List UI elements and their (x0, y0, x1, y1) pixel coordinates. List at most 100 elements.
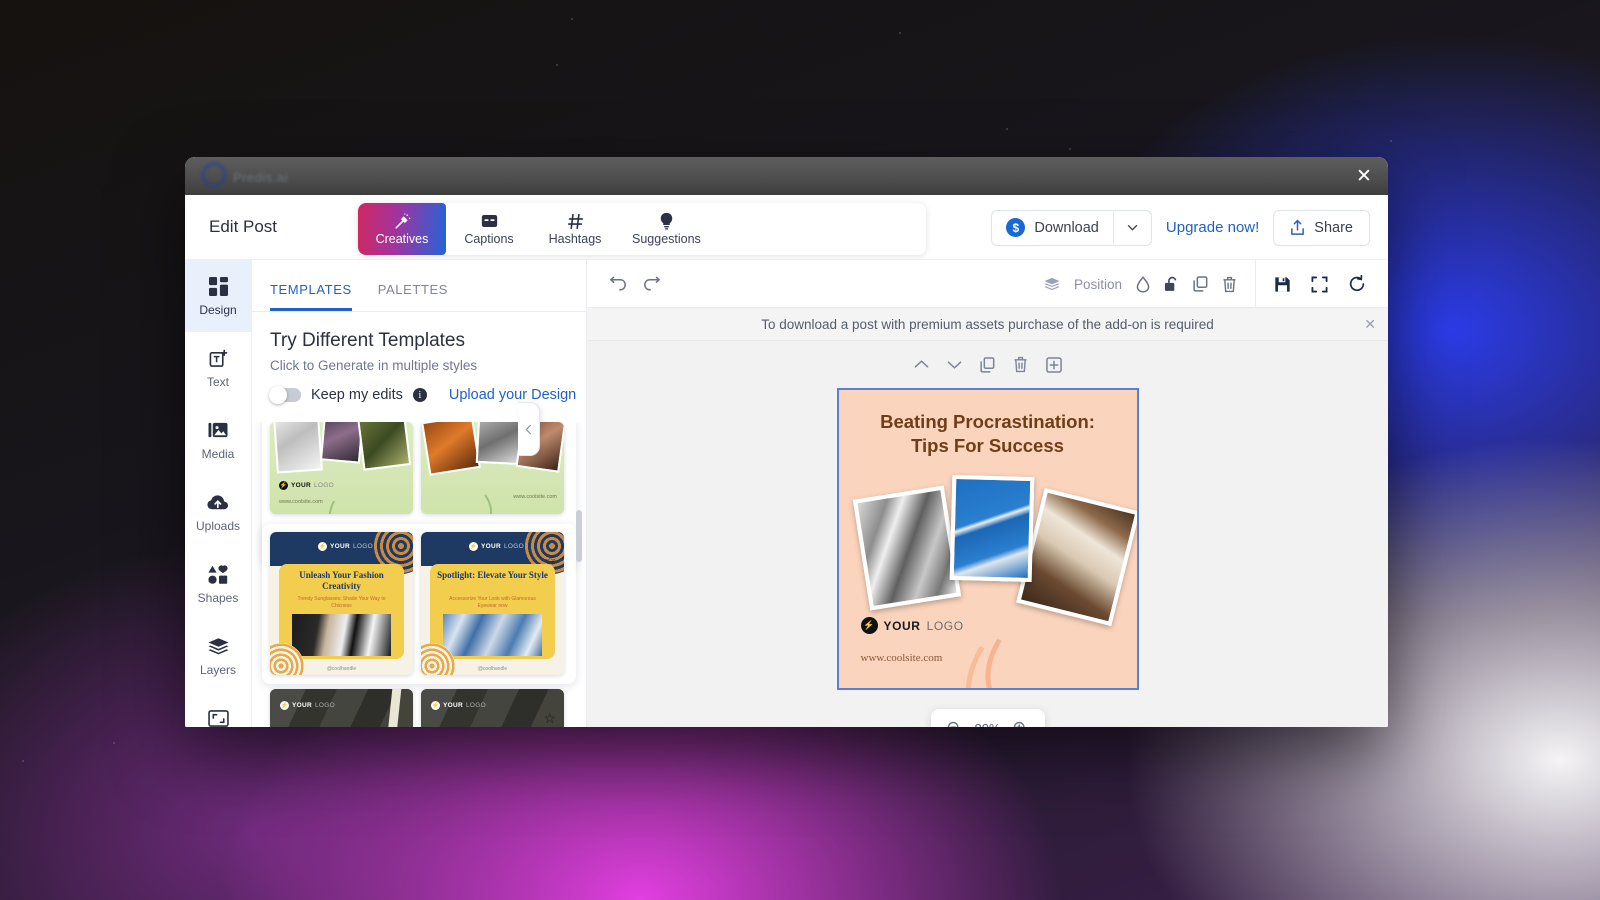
rail-item-uploads-label: Uploads (195, 519, 241, 533)
layers-small-icon[interactable] (1044, 277, 1060, 292)
template-logo: ⚡ YOUR LOGO (431, 701, 486, 710)
rail-item-layers[interactable]: Layers (185, 620, 251, 692)
download-dropdown-button[interactable] (1112, 210, 1151, 245)
panel-tab-templates[interactable]: TEMPLATES (270, 282, 352, 311)
rail-item-uploads[interactable]: Uploads (185, 476, 251, 548)
rail-item-resize[interactable]: Resize (185, 692, 251, 727)
premium-notice-bar: To download a post with premium assets p… (587, 308, 1388, 341)
rail-item-shapes[interactable]: Shapes (185, 548, 251, 620)
list-item[interactable]: www.coolsite.com (421, 422, 564, 514)
panel-tab-palettes[interactable]: PALETTES (378, 282, 448, 311)
star-icon[interactable]: ☆ (543, 711, 556, 725)
shapes-icon (208, 563, 228, 585)
close-small-icon[interactable]: ✕ (1364, 316, 1376, 333)
canvas-area: Position To download a post with premium… (587, 260, 1388, 727)
add-slide-icon[interactable] (1045, 356, 1062, 373)
rail-item-media[interactable]: Media (185, 404, 251, 476)
design-title[interactable]: Beating Procrastination: Tips For Succes… (839, 410, 1137, 457)
expand-icon[interactable] (1311, 276, 1328, 293)
panel-collapse-button[interactable] (518, 402, 540, 456)
template-handle: @coolhandle (477, 666, 508, 672)
magic-wand-icon (393, 212, 412, 230)
main-tabs: Creatives Captions Hashtags Suggestions (358, 203, 926, 255)
tab-captions[interactable]: Captions (446, 203, 532, 255)
save-disk-icon[interactable] (1274, 276, 1291, 293)
list-item[interactable]: ⚡ YOUR LOGO www.coolsite.com (270, 422, 413, 514)
template-logo: ⚡ YOUR LOGO (469, 542, 524, 551)
download-button[interactable]: $ Download (992, 211, 1113, 245)
tab-creatives[interactable]: Creatives (358, 203, 446, 255)
trash-icon[interactable] (1222, 276, 1237, 293)
zoom-in-icon[interactable] (1013, 721, 1028, 727)
tab-hashtags-label: Hashtags (548, 232, 602, 247)
template-logo: ⚡ YOUR LOGO (280, 701, 335, 710)
rail-item-design[interactable]: Design (185, 260, 251, 332)
design-title-line1: Beating Procrastination: (880, 411, 1095, 432)
desktop-speck (113, 742, 115, 744)
design-canvas[interactable]: Beating Procrastination: Tips For Succes… (836, 388, 1139, 690)
template-photo (356, 422, 412, 471)
titlebar-blurred-text (470, 170, 474, 185)
list-item[interactable]: ⚡ YOUR LOGO Unleash Your Fashion Creativ… (270, 532, 413, 675)
upload-your-design-link[interactable]: Upload your Design (449, 387, 576, 403)
add-text-icon (209, 347, 228, 369)
unlock-icon[interactable] (1164, 276, 1179, 293)
slide-toolbar (914, 356, 1062, 373)
chevron-up-icon[interactable] (914, 356, 929, 373)
tab-captions-label: Captions (464, 232, 514, 247)
template-photo (421, 422, 481, 476)
share-label: Share (1314, 219, 1353, 236)
tab-suggestions-label: Suggestions (632, 232, 701, 247)
upgrade-now-link[interactable]: Upgrade now! (1166, 219, 1259, 236)
list-item[interactable]: ☆ ⚡ YOUR LOGO Spotlight: Elevate Your St… (421, 532, 564, 675)
keep-my-edits-label: Keep my edits (311, 387, 403, 403)
refresh-icon[interactable] (1348, 275, 1366, 293)
duplicate-icon[interactable] (1193, 276, 1208, 292)
trash-icon[interactable] (1013, 356, 1028, 373)
rail-item-text[interactable]: Text (185, 332, 251, 404)
design-url[interactable]: www.coolsite.com (861, 652, 943, 664)
template-logo: ⚡ YOUR LOGO (318, 542, 373, 551)
template-url: www.coolsite.com (513, 494, 557, 500)
share-button[interactable]: Share (1273, 209, 1370, 246)
tab-creatives-label: Creatives (375, 232, 429, 247)
desktop-speck (899, 32, 901, 34)
position-label[interactable]: Position (1074, 277, 1122, 292)
logo-your: YOUR (443, 702, 463, 709)
template-url: www.coolsite.com (279, 499, 323, 505)
templates-scroll-region[interactable]: ⚡ YOUR LOGO www.coolsite.com www.coolsit… (252, 422, 586, 727)
template-handle: @coolhandle (326, 666, 357, 672)
object-controls: Position (1044, 275, 1255, 293)
desktop-speck (556, 64, 558, 66)
canvas-stage[interactable]: Beating Procrastination: Tips For Succes… (587, 341, 1388, 727)
template-logo: ⚡ YOUR LOGO (279, 481, 334, 490)
template-photo (475, 422, 523, 466)
tab-hashtags[interactable]: Hashtags (532, 203, 618, 255)
window-close-button[interactable]: ✕ (1352, 164, 1376, 188)
logo-logo: LOGO (313, 482, 334, 489)
tab-suggestions[interactable]: Suggestions (618, 203, 715, 255)
window-titlebar: Predis.ai ✕ (185, 157, 1388, 195)
header-actions: $ Download Upgrade now! Share (991, 195, 1388, 260)
coin-icon: $ (1006, 218, 1026, 237)
zoom-out-icon[interactable] (947, 721, 962, 727)
design-photo-center[interactable] (949, 474, 1034, 583)
droplet-icon[interactable] (1136, 275, 1150, 293)
list-item[interactable]: ☆ ⚡ YOUR LOGO (421, 689, 564, 727)
duplicate-icon[interactable] (979, 356, 995, 373)
app-window: Predis.ai ✕ Edit Post Creatives Captions… (185, 157, 1388, 727)
chevron-down-icon[interactable] (947, 356, 962, 373)
undo-icon[interactable] (609, 276, 627, 292)
info-icon[interactable]: i (412, 388, 427, 402)
panel-controls-row: Keep my edits i Upload your Design (269, 386, 586, 404)
logo-logo: LOGO (314, 702, 335, 709)
list-item[interactable]: ⚡ YOUR LOGO (270, 689, 413, 727)
redo-icon[interactable] (643, 276, 661, 292)
keep-my-edits-toggle[interactable] (269, 386, 301, 404)
template-photo (273, 422, 323, 474)
design-photo-left[interactable] (852, 485, 961, 611)
design-logo[interactable]: ⚡ YOUR LOGO (860, 617, 964, 634)
panel-scrollbar[interactable] (576, 510, 582, 562)
history-controls (609, 276, 661, 292)
lightbulb-icon (659, 212, 674, 230)
